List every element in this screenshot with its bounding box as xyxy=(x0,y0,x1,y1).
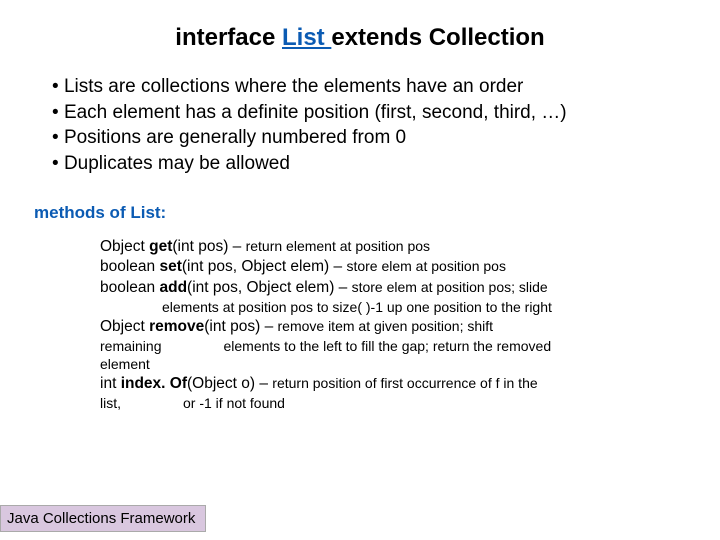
method-desc: store elem at position pos xyxy=(346,258,506,274)
method-get: Object get(int pos) – return element at … xyxy=(100,237,670,257)
method-remove-cont1: remaining elements to the left to fill th… xyxy=(100,338,670,355)
method-return-type: boolean xyxy=(100,279,159,296)
slide-title: interface List extends Collection xyxy=(30,24,690,52)
method-return-type: Object xyxy=(100,238,149,255)
bullet-text: Each element has a definite position (fi… xyxy=(64,102,567,123)
footer-badge: Java Collections Framework xyxy=(0,505,206,532)
cont-text-b: elements to the left to fill the gap; re… xyxy=(223,338,551,354)
bullet-text: Duplicates may be allowed xyxy=(64,153,290,174)
cont-text-b: or -1 if not found xyxy=(183,395,285,411)
method-params: (int pos) – xyxy=(204,318,277,335)
list-item: • Duplicates may be allowed xyxy=(52,151,690,177)
method-name: index. Of xyxy=(121,375,187,392)
method-params: (Object o) – xyxy=(187,375,272,392)
title-post: extends Collection xyxy=(331,24,544,51)
bullet-list: • Lists are collections where the elemen… xyxy=(52,74,690,177)
method-name: set xyxy=(159,258,181,275)
bullet-icon: • xyxy=(52,127,64,148)
method-desc: return element at position pos xyxy=(246,238,430,254)
cont-text-a: remaining xyxy=(100,338,161,354)
method-params: (int pos) – xyxy=(172,238,245,255)
method-remove-cont2: element xyxy=(100,356,670,373)
method-indexof: int index. Of(Object o) – return positio… xyxy=(100,374,670,394)
method-indexof-cont: list, or -1 if not found xyxy=(100,395,670,412)
method-name: get xyxy=(149,238,172,255)
title-pre: interface xyxy=(175,24,282,51)
list-item: • Lists are collections where the elemen… xyxy=(52,74,690,100)
slide-content: interface List extends Collection • List… xyxy=(0,0,720,412)
bullet-icon: • xyxy=(52,76,64,97)
bullet-icon: • xyxy=(52,102,64,123)
method-add-cont: elements at position pos to size( )-1 up… xyxy=(162,299,670,316)
list-item: • Positions are generally numbered from … xyxy=(52,125,690,151)
list-item: • Each element has a definite position (… xyxy=(52,100,690,126)
cont-text-a: list, xyxy=(100,395,121,411)
bullet-text: Lists are collections where the elements… xyxy=(64,76,523,97)
method-params: (int pos, Object elem) – xyxy=(182,258,347,275)
method-add: boolean add(int pos, Object elem) – stor… xyxy=(100,278,670,298)
method-desc: return position of first occurrence of f… xyxy=(272,375,537,391)
methods-block: Object get(int pos) – return element at … xyxy=(100,237,670,412)
method-remove: Object remove(int pos) – remove item at … xyxy=(100,317,670,337)
method-return-type: int xyxy=(100,375,121,392)
method-return-type: boolean xyxy=(100,258,159,275)
method-name: remove xyxy=(149,318,204,335)
section-heading: methods of List: xyxy=(34,203,690,223)
method-return-type: Object xyxy=(100,318,149,335)
bullet-text: Positions are generally numbered from 0 xyxy=(64,127,406,148)
method-set: boolean set(int pos, Object elem) – stor… xyxy=(100,257,670,277)
method-desc: remove item at given position; shift xyxy=(278,318,494,334)
method-name: add xyxy=(159,279,187,296)
method-params: (int pos, Object elem) – xyxy=(187,279,352,296)
method-desc: store elem at position pos; slide xyxy=(352,279,548,295)
bullet-icon: • xyxy=(52,153,64,174)
title-keyword: List xyxy=(282,24,331,51)
